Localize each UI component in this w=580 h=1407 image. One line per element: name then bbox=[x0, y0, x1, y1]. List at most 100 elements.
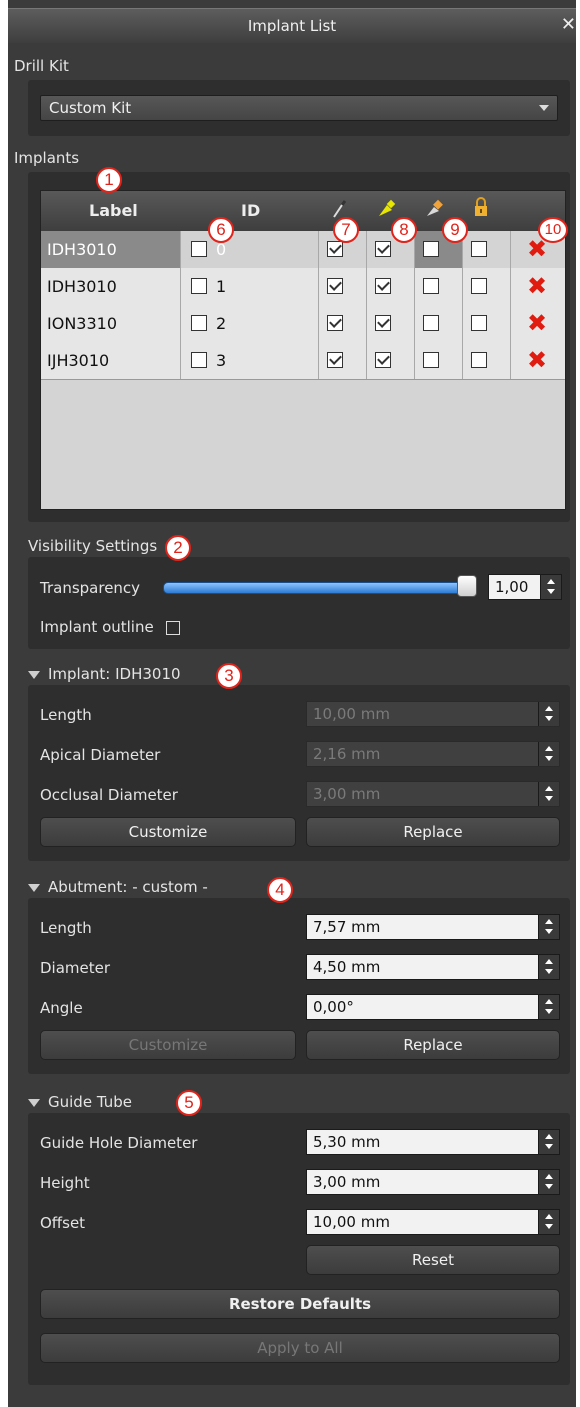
lock-checkbox[interactable] bbox=[471, 241, 487, 257]
implant-id-cell: 2 bbox=[216, 314, 227, 333]
spin-arrows-icon bbox=[538, 782, 559, 806]
column-header-id[interactable]: ID bbox=[241, 201, 260, 220]
guide-height-value: 3,00 mm bbox=[313, 1173, 381, 1191]
close-icon[interactable]: ✕ bbox=[561, 14, 576, 35]
lock-icon bbox=[475, 197, 487, 216]
guide-offset-spinbox[interactable]: 10,00 mm bbox=[306, 1209, 560, 1235]
delete-icon[interactable]: ✖ bbox=[527, 274, 547, 298]
abutment-angle-spinbox[interactable]: 0,00° bbox=[306, 994, 560, 1020]
abutment-diameter-spinbox[interactable]: 4,50 mm bbox=[306, 954, 560, 980]
implant-id-cell: 3 bbox=[216, 351, 227, 370]
implant-list-panel: Implant List ✕ Drill Kit Custom Kit Impl… bbox=[8, 0, 576, 1407]
guide-hole-diameter-spinbox[interactable]: 5,30 mm bbox=[306, 1129, 560, 1155]
abutment-visible-checkbox[interactable] bbox=[423, 315, 439, 331]
restore-defaults-button[interactable]: Restore Defaults bbox=[40, 1289, 560, 1319]
spin-arrows-icon[interactable] bbox=[538, 995, 559, 1019]
apical-diameter-value: 2,16 mm bbox=[313, 745, 381, 763]
abutment-section-title[interactable]: Abutment: - custom - bbox=[48, 878, 208, 896]
id-checkbox[interactable] bbox=[191, 278, 207, 294]
implant-visible-checkbox[interactable] bbox=[375, 315, 391, 331]
transparency-label: Transparency bbox=[40, 579, 141, 597]
collapse-triangle-icon[interactable] bbox=[28, 1099, 40, 1107]
transparency-spinbox[interactable]: 1,00 bbox=[488, 574, 562, 600]
table-header: Label ID bbox=[41, 191, 565, 231]
implant-label-cell[interactable]: IDH3010 bbox=[47, 277, 117, 296]
id-checkbox[interactable] bbox=[191, 352, 207, 368]
table-row[interactable]: IDH3010 1 ✖ bbox=[41, 268, 565, 306]
drill-visible-checkbox[interactable] bbox=[327, 315, 343, 331]
guide-tube-title[interactable]: Guide Tube bbox=[48, 1093, 132, 1111]
implant-visible-checkbox[interactable] bbox=[375, 278, 391, 294]
annotation-marker-4: 4 bbox=[267, 877, 293, 903]
implant-visible-checkbox[interactable] bbox=[375, 352, 391, 368]
apical-diameter-label: Apical Diameter bbox=[40, 746, 161, 764]
annotation-marker-2: 2 bbox=[165, 535, 191, 561]
abutment-visible-checkbox[interactable] bbox=[423, 278, 439, 294]
transparency-slider-handle[interactable] bbox=[457, 575, 477, 597]
table-row[interactable]: IDH3010 0 ✖ bbox=[41, 231, 565, 269]
table-row[interactable]: IJH3010 3 ✖ bbox=[41, 342, 565, 380]
spin-arrows-icon[interactable] bbox=[540, 575, 561, 599]
abutment-length-spinbox[interactable]: 7,57 mm bbox=[306, 914, 560, 940]
abutment-replace-button[interactable]: Replace bbox=[306, 1030, 560, 1060]
implant-outline-checkbox[interactable] bbox=[166, 621, 180, 635]
drill-icon bbox=[333, 200, 347, 218]
implant-table: Label ID IDH3010 0 ✖ IDH3010 1 ✖ ION3310 2 ✖ IJH3… bbox=[40, 190, 566, 510]
guide-height-spinbox[interactable]: 3,00 mm bbox=[306, 1169, 560, 1195]
occlusal-diameter-value: 3,00 mm bbox=[313, 785, 381, 803]
title-bar: Implant List ✕ bbox=[8, 8, 576, 43]
transparency-slider[interactable] bbox=[163, 582, 470, 594]
annotation-marker-7: 7 bbox=[333, 217, 359, 243]
lock-checkbox[interactable] bbox=[471, 315, 487, 331]
implant-label-cell[interactable]: IJH3010 bbox=[47, 351, 109, 370]
spin-arrows-icon[interactable] bbox=[538, 955, 559, 979]
collapse-triangle-icon[interactable] bbox=[28, 884, 40, 892]
implant-label-cell[interactable]: ION3310 bbox=[47, 314, 117, 333]
annotation-marker-8: 8 bbox=[391, 217, 417, 243]
id-checkbox[interactable] bbox=[191, 241, 207, 257]
abutment-visible-checkbox[interactable] bbox=[423, 352, 439, 368]
spin-arrows-icon bbox=[538, 742, 559, 766]
implant-visible-checkbox[interactable] bbox=[375, 241, 391, 257]
abutment-visible-checkbox[interactable] bbox=[423, 241, 439, 257]
abutment-diameter-label: Diameter bbox=[40, 959, 111, 977]
spin-arrows-icon bbox=[538, 702, 559, 726]
delete-icon[interactable]: ✖ bbox=[527, 348, 547, 372]
drill-visible-checkbox[interactable] bbox=[327, 352, 343, 368]
implant-icon bbox=[379, 199, 396, 216]
guide-offset-value: 10,00 mm bbox=[313, 1213, 390, 1231]
drill-kit-select[interactable]: Custom Kit bbox=[40, 95, 558, 121]
drill-kit-label: Drill Kit bbox=[14, 57, 69, 75]
delete-icon[interactable]: ✖ bbox=[527, 311, 547, 335]
column-header-label[interactable]: Label bbox=[89, 201, 138, 220]
implant-section-title[interactable]: Implant: IDH3010 bbox=[48, 665, 181, 683]
collapse-triangle-icon[interactable] bbox=[28, 671, 40, 679]
annotation-marker-1: 1 bbox=[96, 167, 122, 193]
implants-label: Implants bbox=[14, 149, 80, 167]
spin-arrows-icon[interactable] bbox=[538, 1210, 559, 1234]
chevron-down-icon bbox=[539, 105, 549, 111]
abutment-angle-label: Angle bbox=[40, 999, 83, 1017]
annotation-marker-3: 3 bbox=[216, 663, 242, 689]
lock-checkbox[interactable] bbox=[471, 278, 487, 294]
reset-button[interactable]: Reset bbox=[306, 1245, 560, 1275]
occlusal-diameter-spinbox: 3,00 mm bbox=[306, 781, 560, 807]
id-checkbox[interactable] bbox=[191, 315, 207, 331]
implant-length-value: 10,00 mm bbox=[313, 705, 390, 723]
implant-replace-button[interactable]: Replace bbox=[306, 817, 560, 847]
drill-visible-checkbox[interactable] bbox=[327, 278, 343, 294]
annotation-marker-9: 9 bbox=[442, 217, 468, 243]
drill-visible-checkbox[interactable] bbox=[327, 241, 343, 257]
spin-arrows-icon[interactable] bbox=[538, 915, 559, 939]
spin-arrows-icon[interactable] bbox=[538, 1170, 559, 1194]
annotation-marker-10: 10 bbox=[538, 217, 568, 243]
implant-label-cell[interactable]: IDH3010 bbox=[47, 240, 117, 259]
table-row[interactable]: ION3310 2 ✖ bbox=[41, 305, 565, 343]
spin-arrows-icon[interactable] bbox=[538, 1130, 559, 1154]
implant-customize-button[interactable]: Customize bbox=[40, 817, 296, 847]
apical-diameter-spinbox: 2,16 mm bbox=[306, 741, 560, 767]
drill-kit-value: Custom Kit bbox=[49, 99, 132, 117]
implant-id-cell: 1 bbox=[216, 277, 227, 296]
lock-checkbox[interactable] bbox=[471, 352, 487, 368]
occlusal-diameter-label: Occlusal Diameter bbox=[40, 786, 178, 804]
